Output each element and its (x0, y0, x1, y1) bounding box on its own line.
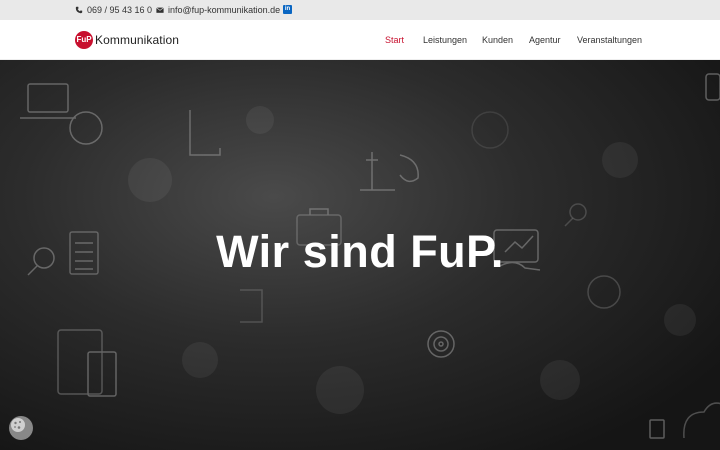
tools-icon (240, 289, 263, 323)
euro-coin-icon (69, 111, 103, 145)
rocket-icon (360, 152, 395, 191)
nav-kunden[interactable]: Kunden (482, 35, 513, 45)
email-address: info@fup-kommunikation.de (168, 5, 281, 15)
email-link[interactable]: info@fup-kommunikation.de (156, 5, 280, 15)
laptop-icon (27, 83, 69, 113)
tray-icon (189, 110, 221, 156)
top-contact-bar: 069 / 95 43 16 0 info@fup-kommunikation.… (0, 0, 720, 20)
nav-start[interactable]: Start (385, 35, 404, 45)
hero-section: Wir sind FuP. (0, 60, 720, 450)
clock-icon (587, 275, 621, 309)
nav-veranstaltungen[interactable]: Veranstaltungen (577, 35, 642, 45)
cookie-settings-button[interactable] (9, 416, 33, 440)
phone-number: 069 / 95 43 16 0 (87, 5, 153, 15)
site-header: FuP Kommunikation Start Leistungen Kunde… (0, 20, 720, 60)
logo-text: Kommunikation (95, 33, 180, 47)
nav-agentur[interactable]: Agentur (529, 35, 561, 45)
target-icon (427, 330, 455, 358)
linkedin-link[interactable]: in (283, 5, 292, 14)
phone-icon (75, 6, 83, 14)
cloud-icon (683, 402, 720, 439)
document-icon (649, 419, 665, 439)
padlock-icon (705, 73, 720, 101)
logo-mark: FuP (75, 31, 93, 49)
envelope-icon (156, 7, 164, 13)
nav-leistungen[interactable]: Leistungen (423, 35, 467, 45)
network-icon (471, 111, 509, 149)
cookie-icon (11, 418, 25, 432)
site-logo[interactable]: FuP Kommunikation (75, 31, 179, 49)
phone-link[interactable]: 069 / 95 43 16 0 (75, 5, 152, 15)
linkedin-icon: in (283, 5, 292, 14)
hero-title: Wir sind FuP. (216, 226, 504, 277)
notebook-icon (57, 329, 103, 395)
